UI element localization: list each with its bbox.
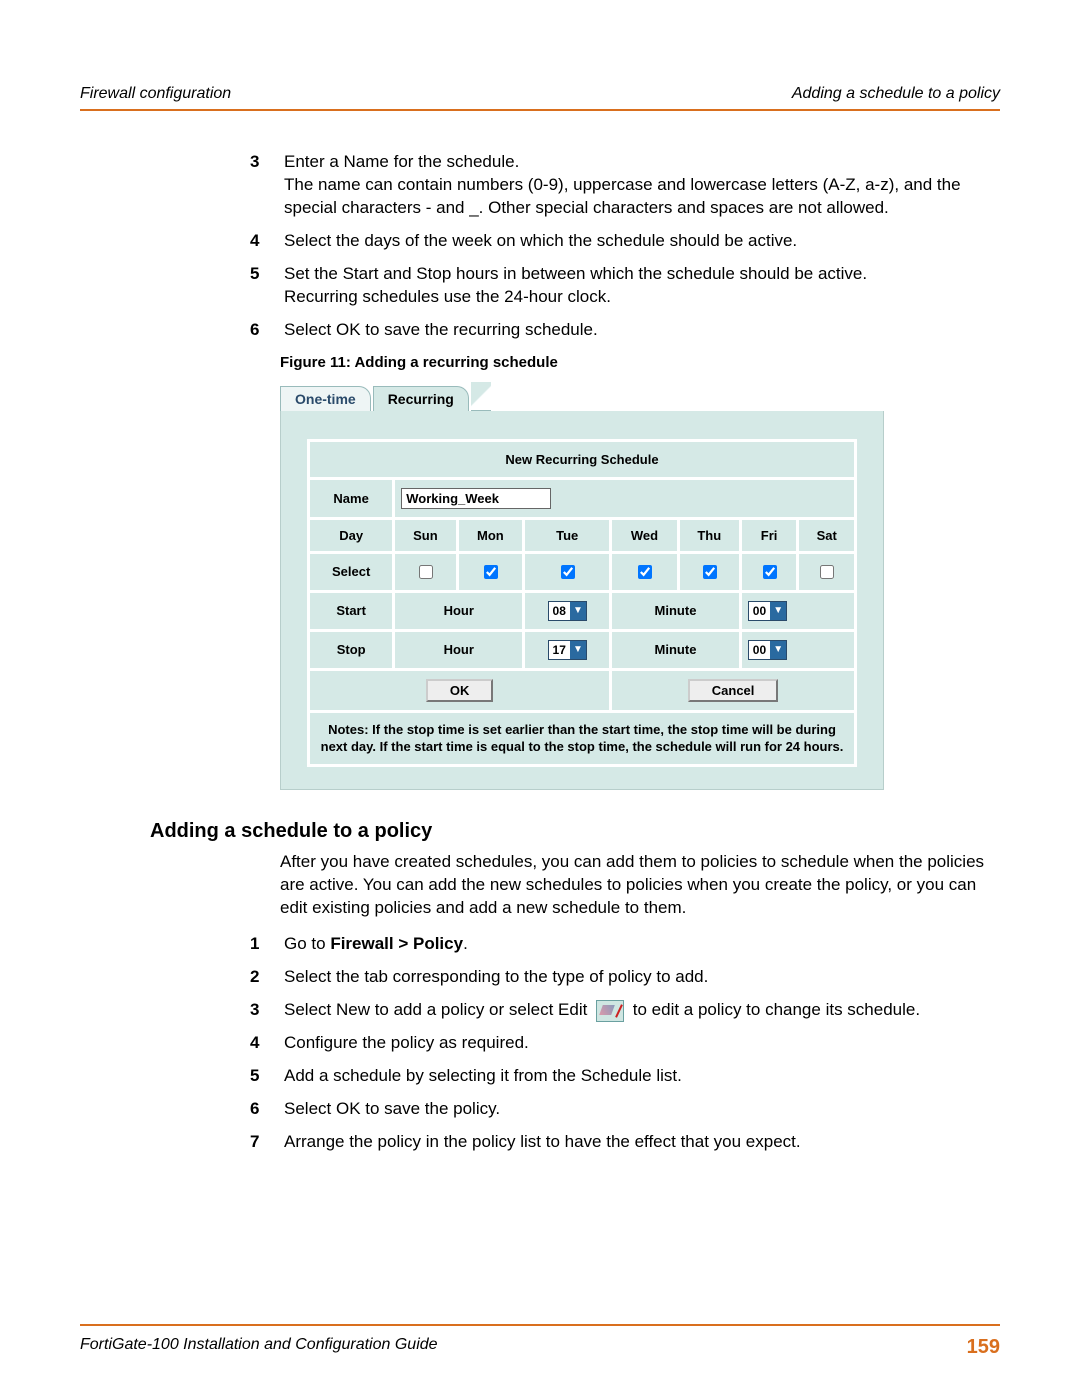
tab-bar: One-time Recurring: [280, 381, 1000, 411]
day-header: Thu: [678, 518, 740, 552]
start-minute-value: 00: [749, 604, 770, 618]
step-item: 4 Configure the policy as required.: [250, 1032, 990, 1055]
chevron-down-icon: ▼: [570, 602, 586, 620]
bottom-rule: [80, 1324, 1000, 1326]
step-item: 1 Go to Firewall > Policy.: [250, 933, 990, 956]
name-label: Name: [309, 478, 394, 518]
day-header: Mon: [457, 518, 524, 552]
stop-hour-value: 17: [549, 643, 570, 657]
tab-slope: [471, 382, 491, 411]
cancel-button[interactable]: Cancel: [688, 679, 779, 702]
name-input[interactable]: [401, 488, 551, 509]
step-number: 5: [250, 1065, 266, 1088]
select-label: Select: [309, 552, 394, 591]
start-hour-label: Hour: [394, 591, 524, 630]
step-body: Go to Firewall > Policy.: [284, 933, 468, 956]
figure-notes: Notes: If the stop time is set earlier t…: [309, 711, 856, 765]
step-body: Enter a Name for the schedule.The name c…: [284, 151, 990, 220]
step-body: Select the tab corresponding to the type…: [284, 966, 708, 989]
steps-list-a: 3 Enter a Name for the schedule.The name …: [250, 151, 990, 342]
day-header: Wed: [611, 518, 679, 552]
day-checkbox-mon[interactable]: [484, 565, 498, 579]
section-intro: After you have created schedules, you ca…: [280, 851, 990, 920]
step-body: Arrange the policy in the policy list to…: [284, 1131, 801, 1154]
stop-label: Stop: [309, 630, 394, 669]
step-number: 1: [250, 933, 266, 956]
step-text: Set the Start and Stop hours in between …: [284, 263, 867, 286]
start-label: Start: [309, 591, 394, 630]
tab-one-time[interactable]: One-time: [280, 386, 371, 411]
step-item: 7 Arrange the policy in the policy list t…: [250, 1131, 990, 1154]
day-checkbox-sun[interactable]: [419, 565, 433, 579]
step-item: 3 Select New to add a policy or select Ed…: [250, 999, 990, 1022]
step-number: 7: [250, 1131, 266, 1154]
nav-path: Firewall > Policy: [330, 934, 463, 953]
top-rule: [80, 109, 1000, 111]
header-left: Firewall configuration: [80, 85, 231, 103]
day-checkbox-thu[interactable]: [703, 565, 717, 579]
day-header: Tue: [524, 518, 611, 552]
day-header: Sat: [798, 518, 856, 552]
stop-minute-label: Minute: [611, 630, 741, 669]
chevron-down-icon: ▼: [770, 602, 786, 620]
step-text: Enter a Name for the schedule.: [284, 151, 990, 174]
step-body: Select the days of the week on which the…: [284, 230, 797, 253]
step-number: 6: [250, 1098, 266, 1121]
steps-list-b: 1 Go to Firewall > Policy. 2 Select the tab…: [250, 933, 990, 1154]
step-number: 6: [250, 319, 266, 342]
step-number: 4: [250, 1032, 266, 1055]
day-label: Day: [309, 518, 394, 552]
step-text: Select the days of the week on which the…: [284, 230, 797, 253]
step-item: 5 Set the Start and Stop hours in between…: [250, 263, 990, 309]
stop-minute-value: 00: [749, 643, 770, 657]
start-hour-dropdown[interactable]: 08 ▼: [548, 601, 587, 621]
footer-title: FortiGate-100 Installation and Configura…: [80, 1336, 438, 1359]
day-checkbox-wed[interactable]: [638, 565, 652, 579]
page-number: 159: [967, 1336, 1000, 1359]
chevron-down-icon: ▼: [570, 641, 586, 659]
step-number: 3: [250, 151, 266, 220]
step-number: 5: [250, 263, 266, 309]
stop-minute-dropdown[interactable]: 00 ▼: [748, 640, 787, 660]
step-subtext: Recurring schedules use the 24-hour cloc…: [284, 286, 867, 309]
stop-hour-dropdown[interactable]: 17 ▼: [548, 640, 587, 660]
figure-caption: Figure 11: Adding a recurring schedule: [280, 354, 1000, 371]
day-header: Sun: [394, 518, 457, 552]
step-body: Select New to add a policy or select Edi…: [284, 999, 920, 1022]
step-item: 3 Enter a Name for the schedule.The name …: [250, 151, 990, 220]
step-item: 2 Select the tab corresponding to the typ…: [250, 966, 990, 989]
step-item: 4 Select the days of the week on which th…: [250, 230, 990, 253]
day-checkbox-fri[interactable]: [763, 565, 777, 579]
start-hour-value: 08: [549, 604, 570, 618]
step-item: 6 Select OK to save the recurring schedul…: [250, 319, 990, 342]
stop-hour-label: Hour: [394, 630, 524, 669]
step-number: 4: [250, 230, 266, 253]
day-checkbox-sat[interactable]: [820, 565, 834, 579]
step-body: Add a schedule by selecting it from the …: [284, 1065, 682, 1088]
step-text: Select OK to save the recurring schedule…: [284, 319, 598, 342]
step-subtext: The name can contain numbers (0-9), uppe…: [284, 174, 990, 220]
step-number: 3: [250, 999, 266, 1022]
start-minute-dropdown[interactable]: 00 ▼: [748, 601, 787, 621]
chevron-down-icon: ▼: [770, 641, 786, 659]
step-item: 5 Add a schedule by selecting it from the…: [250, 1065, 990, 1088]
step-body: Set the Start and Stop hours in between …: [284, 263, 867, 309]
schedule-panel: New Recurring Schedule Name Day SunMonTu…: [280, 411, 884, 790]
start-minute-label: Minute: [611, 591, 741, 630]
step-body: Configure the policy as required.: [284, 1032, 529, 1055]
step-number: 2: [250, 966, 266, 989]
day-checkbox-tue[interactable]: [561, 565, 575, 579]
step-body: Select OK to save the recurring schedule…: [284, 319, 598, 342]
edit-icon: [596, 1000, 624, 1022]
step-body: Select OK to save the policy.: [284, 1098, 500, 1121]
step-item: 6 Select OK to save the policy.: [250, 1098, 990, 1121]
header-right: Adding a schedule to a policy: [792, 85, 1000, 103]
panel-title: New Recurring Schedule: [309, 440, 856, 478]
section-heading: Adding a schedule to a policy: [150, 820, 1000, 843]
ok-button[interactable]: OK: [426, 679, 494, 702]
tab-recurring[interactable]: Recurring: [373, 386, 469, 411]
day-header: Fri: [740, 518, 798, 552]
